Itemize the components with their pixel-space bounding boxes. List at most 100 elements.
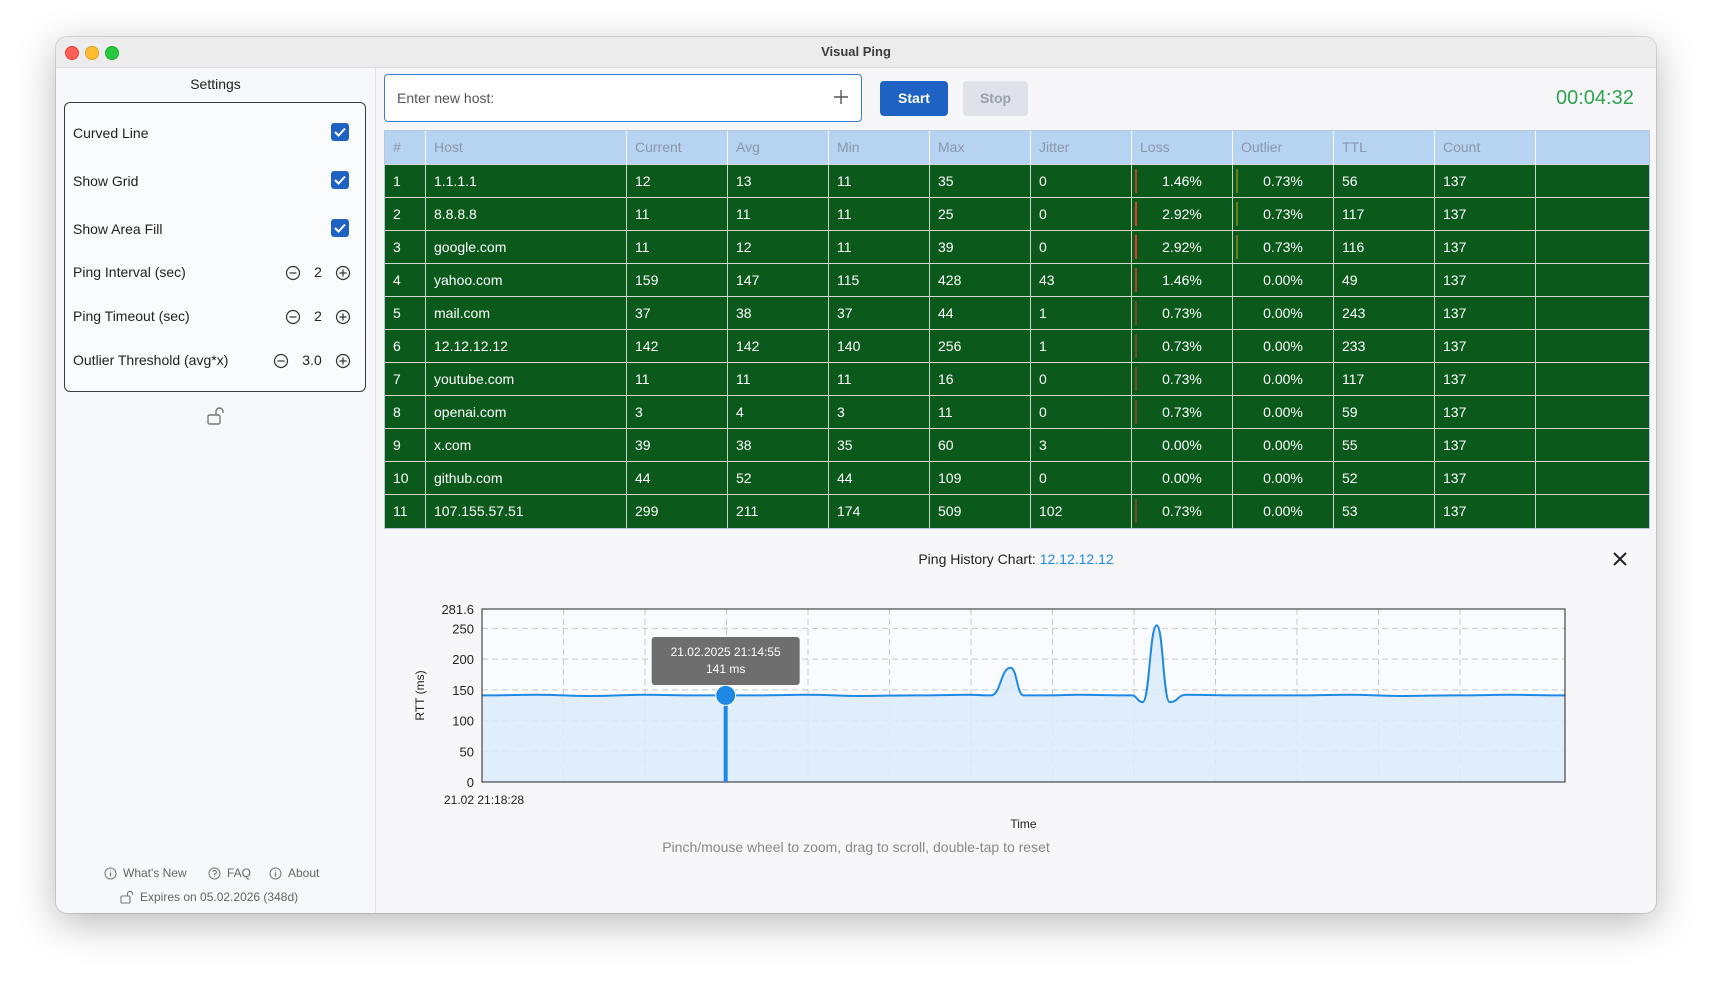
cell-value: 0.73% xyxy=(1162,503,1202,519)
host-input[interactable] xyxy=(395,75,819,121)
table-row[interactable]: 10 github.com 44 52 44 109 0 0.00% 0.00% 52 137 xyxy=(385,461,1649,495)
loss-indicator-bar xyxy=(1135,268,1137,292)
table-row[interactable]: 3 google.com 11 12 11 39 0 2.92% 0.73% 116 137 xyxy=(385,230,1649,264)
host-input-field[interactable] xyxy=(384,74,862,122)
stop-button[interactable]: Stop xyxy=(963,81,1028,116)
column-header[interactable]: Loss xyxy=(1132,131,1233,164)
table-cell-min: 140 xyxy=(829,330,930,363)
decrement-icon[interactable] xyxy=(285,309,301,325)
table-cell-max: 11 xyxy=(930,396,1031,429)
table-row[interactable]: 1 1.1.1.1 12 13 11 35 0 1.46% 0.73% 56 137 xyxy=(385,164,1649,198)
y-tick-label: 150 xyxy=(452,683,474,698)
cell-value: 55 xyxy=(1342,437,1358,453)
cell-value: 11 xyxy=(837,239,852,255)
table-row[interactable]: 8 openai.com 3 4 3 11 0 0.73% 0.00% 59 137 xyxy=(385,395,1649,429)
cell-value: 0 xyxy=(1039,206,1047,222)
cell-value: 35 xyxy=(837,437,853,453)
tooltip-time: 21.02.2025 21:14:55 xyxy=(671,645,781,659)
table-row[interactable]: 7 youtube.com 11 11 11 16 0 0.73% 0.00% 117 137 xyxy=(385,362,1649,396)
outlier-indicator-bar xyxy=(1236,169,1238,193)
increment-icon[interactable] xyxy=(335,265,351,281)
table-cell-host: 1.1.1.1 xyxy=(426,165,627,198)
option-label: Show Area Fill xyxy=(73,221,163,237)
table-cell-outlier: 0.73% xyxy=(1233,231,1334,264)
cell-value: 12 xyxy=(736,239,752,255)
table-cell-jitter: 3 xyxy=(1031,429,1132,462)
close-chart-icon[interactable] xyxy=(1612,551,1628,567)
increment-icon[interactable] xyxy=(335,309,351,325)
table-cell-host: youtube.com xyxy=(426,363,627,396)
loss-indicator-bar xyxy=(1135,400,1137,424)
table-row[interactable]: 2 8.8.8.8 11 11 11 25 0 2.92% 0.73% 117 137 xyxy=(385,197,1649,231)
cell-value: 53 xyxy=(1342,503,1358,519)
table-row[interactable]: 4 yahoo.com 159 147 115 428 43 1.46% 0.00% 49 137 xyxy=(385,263,1649,297)
table-cell-loss: 0.00% xyxy=(1132,462,1233,495)
table-cell-max: 428 xyxy=(930,264,1031,297)
loss-indicator-bar xyxy=(1135,235,1137,259)
decrement-icon[interactable] xyxy=(285,265,301,281)
cell-value: 39 xyxy=(938,239,954,255)
cell-value: 137 xyxy=(1443,470,1467,486)
column-header[interactable]: Avg xyxy=(728,131,829,164)
cell-value: 137 xyxy=(1443,305,1467,321)
start-button[interactable]: Start xyxy=(880,81,948,116)
whats-new-label: What's New xyxy=(123,866,187,880)
cell-value: 10 xyxy=(393,470,409,486)
table-cell-current: 11 xyxy=(627,198,728,231)
decrement-icon[interactable] xyxy=(273,353,289,369)
add-host-icon[interactable] xyxy=(833,89,849,105)
table-cell-outlier: 0.00% xyxy=(1233,462,1334,495)
option-curved-line[interactable]: Curved Line xyxy=(73,122,351,146)
show-grid-checkbox[interactable] xyxy=(331,171,349,189)
cell-value: 3 xyxy=(393,239,401,255)
column-header[interactable]: Outlier xyxy=(1233,131,1334,164)
table-row[interactable]: 11 107.155.57.51 299 211 174 509 102 0.73% 0.00%… xyxy=(385,494,1649,528)
table-cell-current: 44 xyxy=(627,462,728,495)
table-cell-avg: 38 xyxy=(728,429,829,462)
unlock-icon[interactable] xyxy=(205,405,227,427)
column-header[interactable]: TTL xyxy=(1334,131,1435,164)
unlock-icon xyxy=(120,890,134,904)
table-cell-current: 11 xyxy=(627,231,728,264)
cell-value: 137 xyxy=(1443,371,1467,387)
column-header[interactable]: Host xyxy=(426,131,627,164)
table-cell-avg: 13 xyxy=(728,165,829,198)
table-cell-outlier: 0.00% xyxy=(1233,330,1334,363)
selected-point[interactable] xyxy=(715,684,737,706)
cell-value: 140 xyxy=(837,338,861,354)
show-area-fill-checkbox[interactable] xyxy=(331,219,349,237)
table-header: # Host Current Avg Min Max Jitter Loss Outlier TT… xyxy=(385,131,1649,164)
table-row[interactable]: 9 x.com 39 38 35 60 3 0.00% 0.00% 55 137 xyxy=(385,428,1649,462)
table-cell-max: 25 xyxy=(930,198,1031,231)
column-header-filler xyxy=(1536,131,1649,164)
cell-value: github.com xyxy=(434,470,503,486)
cell-value: 38 xyxy=(736,305,752,321)
cell-value: youtube.com xyxy=(434,371,515,387)
app-window: Visual Ping Settings Curved Line Show Gr… xyxy=(56,37,1656,913)
cell-value: 6 xyxy=(393,338,401,354)
table-cell-max: 509 xyxy=(930,495,1031,528)
curved-line-checkbox[interactable] xyxy=(331,123,349,141)
table-cell-loss: 0.73% xyxy=(1132,330,1233,363)
cell-value: 56 xyxy=(1342,173,1358,189)
column-header[interactable]: Min xyxy=(829,131,930,164)
increment-icon[interactable] xyxy=(335,353,351,369)
column-header[interactable]: Count xyxy=(1435,131,1536,164)
column-header[interactable]: Current xyxy=(627,131,728,164)
column-header[interactable]: Jitter xyxy=(1031,131,1132,164)
table-cell-current: 3 xyxy=(627,396,728,429)
table-row[interactable]: 6 12.12.12.12 142 142 140 256 1 0.73% 0.00% 233 13… xyxy=(385,329,1649,363)
cell-value: 9 xyxy=(393,437,401,453)
option-show-grid[interactable]: Show Grid xyxy=(73,170,351,194)
ping-history-chart[interactable]: 0 50 100 150 200 250 281.6 RTT (ms) 21.02 21:18:… xyxy=(376,577,1656,847)
table-cell-jitter: 0 xyxy=(1031,198,1132,231)
loss-indicator-bar xyxy=(1135,169,1137,193)
table-cell-loss: 0.73% xyxy=(1132,297,1233,330)
cell-value: 174 xyxy=(837,503,861,519)
cell-value: 3 xyxy=(837,404,845,420)
table-cell-ttl: 59 xyxy=(1334,396,1435,429)
column-header[interactable]: Max xyxy=(930,131,1031,164)
column-header[interactable]: # xyxy=(385,131,426,164)
option-show-area-fill[interactable]: Show Area Fill xyxy=(73,218,351,242)
table-row[interactable]: 5 mail.com 37 38 37 44 1 0.73% 0.00% 243 137 xyxy=(385,296,1649,330)
